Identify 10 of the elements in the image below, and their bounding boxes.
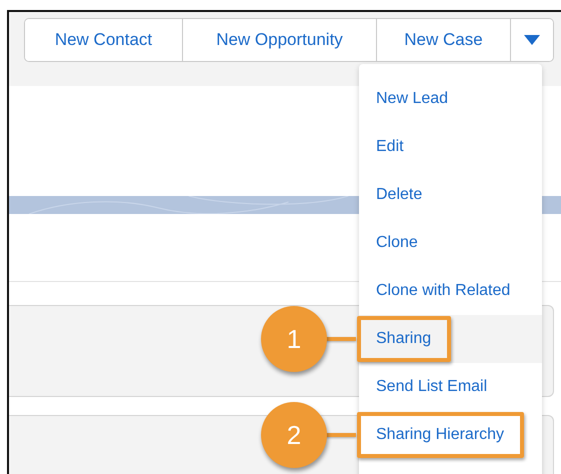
menu-item[interactable]: Send List Email [359, 363, 542, 411]
menu-item[interactable]: Edit [359, 123, 542, 171]
menu-item[interactable]: Clone [359, 219, 542, 267]
menu-item[interactable]: Sharing Hierarchy [359, 411, 542, 459]
menu-item[interactable]: Sharing [359, 315, 542, 363]
action-button[interactable]: New Contact [25, 19, 183, 61]
menu-item[interactable]: New Lead [359, 75, 542, 123]
caret-down-icon [524, 35, 540, 45]
menu-item[interactable]: Delete [359, 171, 542, 219]
menu-item[interactable]: Clone with Related [359, 267, 542, 315]
